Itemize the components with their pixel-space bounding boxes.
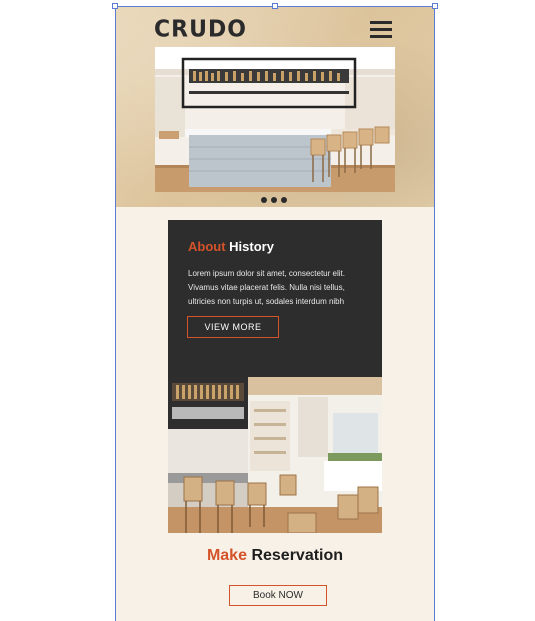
view-more-button[interactable]: VIEW MORE — [187, 316, 279, 338]
hamburger-menu-icon[interactable] — [370, 21, 392, 38]
reservation-title-main: Reservation — [251, 547, 344, 564]
carousel-dot-2[interactable] — [271, 197, 277, 203]
mobile-page-frame: CRUDO About History Lorem ipsum dolor si… — [115, 6, 435, 621]
about-title-main: History — [229, 239, 274, 254]
selection-handle-top-center[interactable] — [272, 3, 278, 9]
about-history-card: About History Lorem ipsum dolor sit amet… — [168, 220, 382, 378]
hero-header: CRUDO — [116, 7, 434, 207]
restaurant-bar-photo — [155, 47, 395, 192]
carousel-dot-1[interactable] — [261, 197, 267, 203]
about-title-accent: About — [188, 239, 226, 254]
selection-handle-top-right[interactable] — [432, 3, 438, 9]
crudo-logo[interactable]: CRUDO — [154, 16, 247, 42]
about-history-title: About History — [188, 239, 274, 254]
restaurant-interior-photo — [168, 377, 382, 533]
selection-handle-top-left[interactable] — [112, 3, 118, 9]
reservation-title-accent: Make — [206, 547, 247, 564]
make-reservation-title: Make Reservation — [116, 547, 434, 565]
about-body-text: Lorem ipsum dolor sit amet, consectetur … — [188, 269, 345, 306]
book-now-button[interactable]: Book NOW — [229, 585, 327, 606]
carousel-dots — [261, 197, 287, 203]
carousel-dot-3[interactable] — [281, 197, 287, 203]
